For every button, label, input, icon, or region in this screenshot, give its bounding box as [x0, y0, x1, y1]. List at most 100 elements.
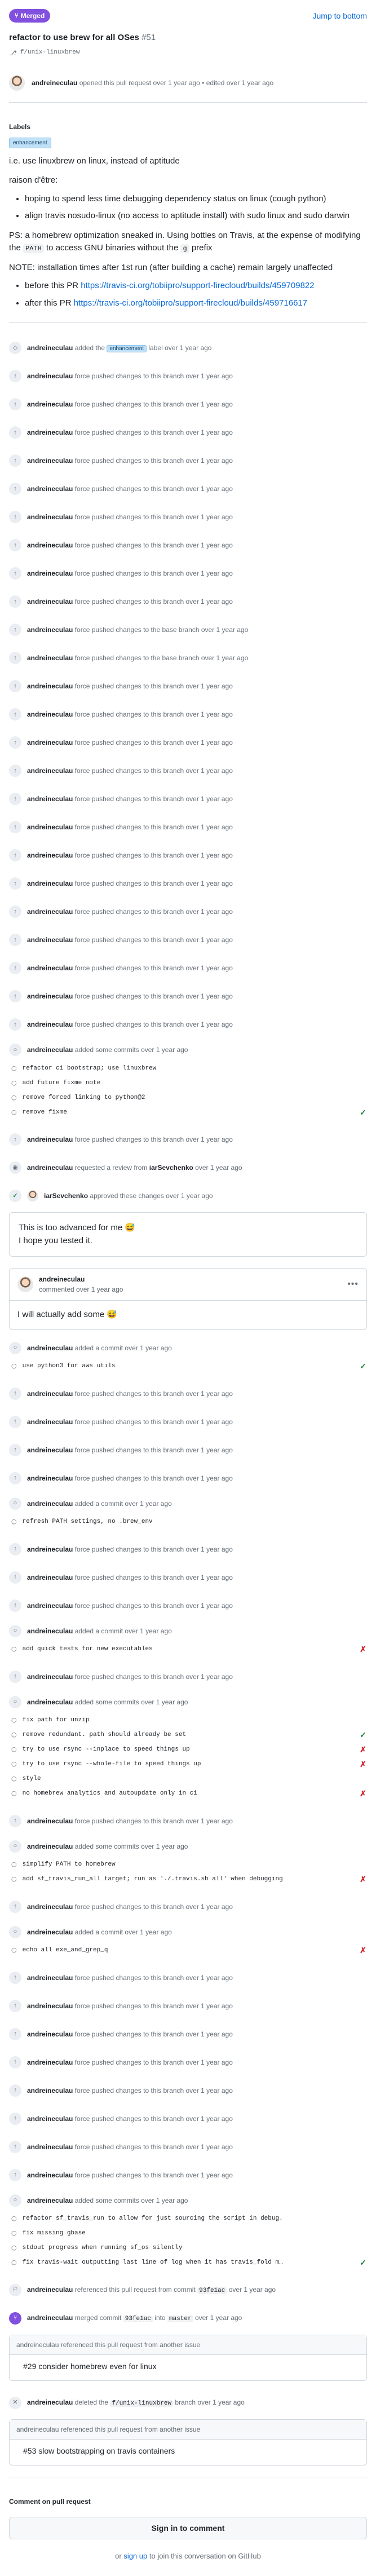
event-user[interactable]: andreineculau — [27, 2115, 73, 2123]
event-user[interactable]: andreineculau — [27, 823, 73, 831]
commit-message-link[interactable]: try to use rsync --whole-file to speed t… — [23, 1760, 201, 1769]
branch-name[interactable]: f/unix-linuxbrew — [20, 48, 80, 58]
avatar[interactable] — [17, 1276, 33, 1292]
event-user[interactable]: andreineculau — [27, 1390, 73, 1398]
ref-user[interactable]: andreineculau — [16, 2341, 59, 2349]
approver-user[interactable]: iarSevchenko — [44, 1192, 88, 1200]
commit-message-link[interactable]: try to use rsync --inplace to speed thin… — [23, 1745, 190, 1755]
event-user[interactable]: andreineculau — [27, 2171, 73, 2179]
comment-user[interactable]: andreineculau — [39, 1275, 85, 1283]
event-user[interactable]: andreineculau — [27, 908, 73, 916]
event-user[interactable]: andreineculau — [27, 2197, 73, 2204]
x-icon[interactable]: ✗ — [359, 1874, 367, 1885]
commit-message-link[interactable]: use python3 for aws utils — [23, 1362, 116, 1371]
kebab-menu-icon[interactable]: ••• — [347, 1278, 359, 1291]
commit-message-link[interactable]: add sf_travis_run_all target; run as './… — [23, 1875, 283, 1884]
event-user[interactable]: andreineculau — [27, 2058, 73, 2066]
event-user[interactable]: andreineculau — [27, 1574, 73, 1581]
event-user[interactable]: andreineculau — [27, 344, 73, 352]
event-user[interactable]: andreineculau — [27, 936, 73, 944]
check-icon[interactable]: ✓ — [359, 1729, 367, 1741]
commit-message-link[interactable]: add quick tests for new executables — [23, 1645, 153, 1654]
build-after-link[interactable]: https://travis-ci.org/tobiipro/support-f… — [74, 298, 307, 308]
event-user[interactable]: andreineculau — [27, 1903, 73, 1911]
event-user[interactable]: andreineculau — [27, 880, 73, 887]
commit-message-link[interactable]: style — [23, 1774, 41, 1784]
event-user[interactable]: andreineculau — [27, 851, 73, 859]
event-user[interactable]: andreineculau — [27, 2030, 73, 2038]
event-user[interactable]: andreineculau — [27, 1627, 73, 1635]
event-user[interactable]: andreineculau — [27, 1602, 73, 1610]
event-user[interactable]: andreineculau — [27, 400, 73, 408]
commit-message-link[interactable]: echo all exe_and_grep_q — [23, 1946, 108, 1955]
event-user[interactable]: andreineculau — [27, 1135, 73, 1143]
event-user[interactable]: andreineculau — [27, 598, 73, 606]
commit-message-link[interactable]: no homebrew analytics and autoupdate onl… — [23, 1789, 197, 1799]
base-branch[interactable]: master — [167, 2315, 193, 2322]
event-user[interactable]: andreineculau — [27, 1020, 73, 1028]
event-user[interactable]: andreineculau — [27, 1817, 73, 1825]
jump-to-bottom-link[interactable]: Jump to bottom — [313, 10, 368, 22]
avatar[interactable] — [27, 1190, 38, 1201]
event-user[interactable]: andreineculau — [27, 654, 73, 662]
commit-message-link[interactable]: refresh PATH settings, no .brew_env — [23, 1517, 153, 1527]
commit-sha-link[interactable]: 93fe1ac — [197, 2287, 227, 2294]
event-user[interactable]: andreineculau — [27, 457, 73, 465]
commit-message-link[interactable]: remove forced linking to python@2 — [23, 1093, 145, 1103]
event-user[interactable]: andreineculau — [27, 1418, 73, 1426]
event-user[interactable]: andreineculau — [27, 541, 73, 549]
sign-up-link[interactable]: sign up — [123, 2552, 147, 2560]
event-user[interactable]: andreineculau — [27, 1545, 73, 1553]
x-icon[interactable]: ✗ — [359, 1945, 367, 1956]
check-icon[interactable]: ✓ — [359, 2257, 367, 2269]
commit-message-link[interactable]: stdout progress when running sf_os silen… — [23, 2243, 183, 2253]
event-user[interactable]: andreineculau — [27, 992, 73, 1000]
commit-sha-link[interactable]: 93fe1ac — [123, 2315, 153, 2322]
event-user[interactable]: andreineculau — [27, 2002, 73, 2010]
commit-message-link[interactable]: refactor sf_travis_run to allow for just… — [23, 2214, 283, 2224]
sign-in-button[interactable]: Sign in to comment — [9, 2516, 367, 2539]
event-label-chip[interactable]: enhancement — [107, 345, 147, 352]
avatar[interactable] — [9, 74, 25, 91]
commit-message-link[interactable]: fix travis-wait outputting last line of … — [23, 2258, 283, 2268]
event-user[interactable]: andreineculau — [27, 428, 73, 436]
event-user[interactable]: andreineculau — [27, 569, 73, 577]
event-user[interactable]: andreineculau — [27, 1446, 73, 1454]
event-user[interactable]: andreineculau — [27, 1698, 73, 1706]
commit-message-link[interactable]: add future fixme note — [23, 1079, 101, 1088]
commit-message-link[interactable]: simplify PATH to homebrew — [23, 1860, 116, 1870]
event-user[interactable]: andreineculau — [27, 2143, 73, 2151]
commit-message-link[interactable]: fix path for unzip — [23, 1716, 90, 1725]
x-icon[interactable]: ✗ — [359, 1788, 367, 1800]
event-user[interactable]: andreineculau — [27, 795, 73, 803]
event-user[interactable]: andreineculau — [27, 1344, 73, 1352]
event-user[interactable]: andreineculau — [27, 964, 73, 972]
label-enhancement[interactable]: enhancement — [9, 137, 51, 148]
commit-message-link[interactable]: fix missing gbase — [23, 2229, 86, 2238]
event-user[interactable]: andreineculau — [27, 739, 73, 746]
event-user[interactable]: andreineculau — [27, 710, 73, 718]
event-user[interactable]: andreineculau — [27, 2087, 73, 2095]
event-user[interactable]: andreineculau — [27, 1474, 73, 1482]
x-icon[interactable]: ✗ — [359, 1744, 367, 1756]
event-user[interactable]: andreineculau — [27, 626, 73, 634]
commit-message-link[interactable]: refactor ci bootstrap; use linuxbrew — [23, 1064, 157, 1073]
event-user[interactable]: andreineculau — [27, 513, 73, 521]
event-user[interactable]: andreineculau — [27, 485, 73, 493]
event-user[interactable]: andreineculau — [27, 1928, 73, 1936]
check-icon[interactable]: ✓ — [359, 1360, 367, 1372]
referenced-issue-link[interactable]: #53 slow bootstrapping on travis contain… — [10, 2440, 366, 2465]
event-user[interactable]: andreineculau — [27, 2314, 73, 2322]
event-user[interactable]: andreineculau — [27, 2286, 73, 2294]
referenced-issue-link[interactable]: #29 consider homebrew even for linux — [10, 2355, 366, 2380]
event-user[interactable]: andreineculau — [27, 682, 73, 690]
event-user[interactable]: andreineculau — [27, 1842, 73, 1850]
event-user[interactable]: andreineculau — [27, 1673, 73, 1681]
event-user[interactable]: andreineculau — [27, 372, 73, 380]
commit-message-link[interactable]: remove redundant. path should already be… — [23, 1730, 186, 1740]
check-icon[interactable]: ✓ — [359, 1107, 367, 1119]
event-user[interactable]: andreineculau — [27, 767, 73, 775]
event-user[interactable]: andreineculau — [27, 1164, 73, 1172]
event-user[interactable]: andreineculau — [27, 1500, 73, 1508]
x-icon[interactable]: ✗ — [359, 1643, 367, 1655]
